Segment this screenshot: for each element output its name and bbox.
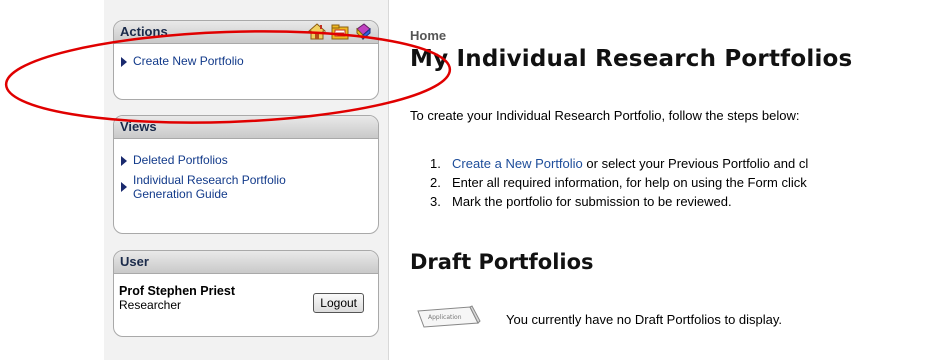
user-panel-title: User [120,254,149,269]
views-panel-header: Views [114,116,378,139]
list-item: 2. Enter all required information, for he… [430,175,807,190]
generation-guide-link[interactable]: Individual Research Portfolio Generation… [121,173,372,201]
create-new-portfolio-link[interactable]: Create New Portfolio [121,54,372,68]
list-item: 1. Create a New Portfolio or select your … [430,156,809,171]
user-panel-header: User [114,251,378,274]
views-panel: Views Deleted Portfolios Individual Rese… [113,115,379,234]
application-stamp-icon: Application [417,305,481,328]
logout-button[interactable]: Logout [313,293,364,313]
breadcrumb[interactable]: Home [410,28,446,43]
main-content: Home My Individual Research Portfolios T… [410,0,925,360]
home-icon[interactable] [308,23,326,40]
header-icons [308,23,372,40]
folder-icon[interactable] [331,23,349,40]
arrow-right-icon [121,182,127,192]
draft-portfolios-heading: Draft Portfolios [410,250,594,274]
book-icon[interactable] [354,23,372,40]
intro-text: To create your Individual Research Portf… [410,108,800,123]
actions-panel-body: Create New Portfolio [114,44,378,80]
views-panel-title: Views [120,119,157,134]
arrow-right-icon [121,156,127,166]
user-panel: User Prof Stephen Priest Researcher Logo… [113,250,379,337]
create-new-portfolio-inline-link[interactable]: Create a New Portfolio [452,156,583,171]
actions-panel: Actions Create New Portfolio [113,20,379,100]
arrow-right-icon [121,57,127,67]
deleted-portfolios-link[interactable]: Deleted Portfolios [121,153,372,167]
svg-text:Application: Application [428,314,462,321]
steps-list: 1. Create a New Portfolio or select your … [430,154,808,211]
views-panel-body: Deleted Portfolios Individual Research P… [114,139,378,213]
actions-panel-title: Actions [120,24,168,39]
actions-panel-header: Actions [114,21,378,44]
no-drafts-message: You currently have no Draft Portfolios t… [506,312,783,327]
page-title: My Individual Research Portfolios [410,46,853,72]
list-item: 3. Mark the portfolio for submission to b… [430,194,732,209]
